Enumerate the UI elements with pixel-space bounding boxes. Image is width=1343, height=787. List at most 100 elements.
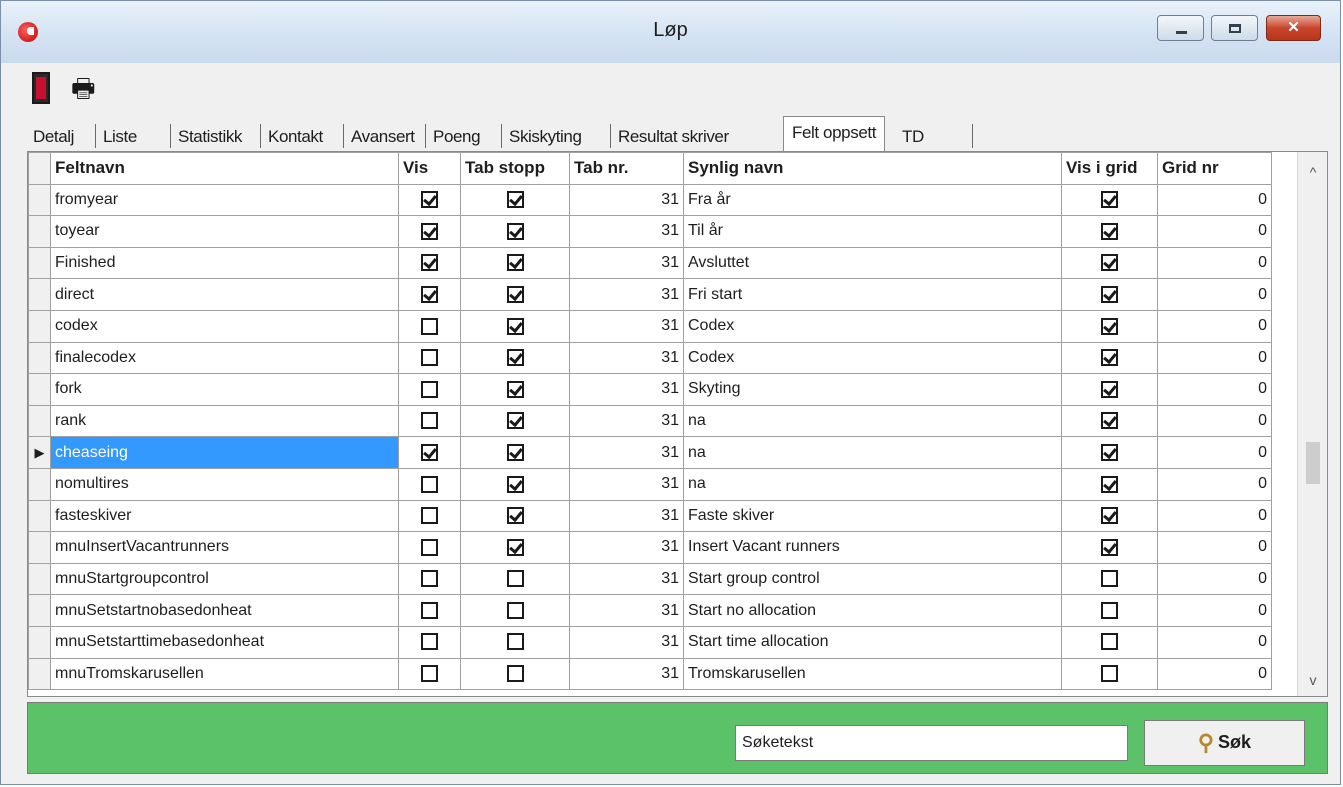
cell-vis[interactable] — [398, 625, 461, 659]
cell-synlig-navn[interactable]: Fra år — [683, 183, 1062, 217]
cell-grid-nr[interactable]: 0 — [1157, 373, 1272, 406]
cell-vis-i-grid-checkbox[interactable] — [1101, 475, 1118, 493]
cell-synlig-navn[interactable]: Start time allocation — [683, 625, 1062, 659]
cell-vis-i-grid[interactable] — [1061, 562, 1158, 596]
cell-synlig-navn[interactable]: Codex — [683, 341, 1062, 375]
cell-tab-stopp-checkbox[interactable] — [506, 317, 524, 335]
cell-tab-stopp[interactable] — [460, 309, 570, 343]
cell-grid-nr[interactable]: 0 — [1157, 309, 1272, 343]
tab-kontakt[interactable]: Kontakt — [268, 122, 323, 152]
cell-synlig-navn[interactable]: Codex — [683, 309, 1062, 343]
cell-vis-i-grid-checkbox[interactable] — [1101, 380, 1118, 398]
cell-tab-stopp-checkbox[interactable] — [506, 538, 524, 556]
cell-vis-checkbox[interactable] — [421, 601, 438, 619]
cell-tab-stopp[interactable] — [460, 183, 570, 217]
cell-vis-checkbox[interactable] — [421, 665, 438, 683]
cell-synlig-navn[interactable]: Start no allocation — [683, 594, 1062, 627]
cell-vis[interactable] — [398, 562, 461, 596]
cell-feltnavn[interactable]: fromyear — [50, 183, 399, 217]
cell-tab-stopp[interactable] — [460, 373, 570, 406]
cell-vis-checkbox[interactable] — [421, 285, 438, 303]
cell-vis[interactable] — [398, 499, 461, 533]
search-button[interactable]: ⚲ Søk — [1144, 720, 1305, 766]
printer-icon[interactable]: 🖶 — [71, 73, 97, 103]
cell-feltnavn[interactable]: mnuInsertVacantrunners — [50, 531, 399, 564]
cell-synlig-navn[interactable]: na — [683, 404, 1062, 438]
row-indicator[interactable] — [28, 467, 51, 501]
cell-tab-nr[interactable]: 31 — [569, 467, 684, 501]
cell-tab-nr[interactable]: 31 — [569, 562, 684, 596]
cell-tab-stopp-checkbox[interactable] — [506, 285, 524, 303]
cell-tab-stopp[interactable] — [460, 215, 570, 248]
cell-vis-i-grid-checkbox[interactable] — [1101, 191, 1118, 209]
cell-tab-nr[interactable]: 31 — [569, 215, 684, 248]
cell-vis[interactable] — [398, 594, 461, 627]
cell-vis-i-grid-checkbox[interactable] — [1101, 570, 1118, 588]
cell-tab-stopp[interactable] — [460, 594, 570, 627]
table-row[interactable]: mnuSetstartnobasedonheat 31 Start no alloc… — [28, 594, 1272, 627]
cell-grid-nr[interactable]: 0 — [1157, 625, 1272, 659]
field-grid[interactable]: Feltnavn Vis Tab stopp Tab nr. Synlig navn Vi… — [27, 151, 1328, 697]
row-indicator[interactable] — [28, 373, 51, 406]
cell-vis-checkbox[interactable] — [421, 349, 438, 367]
cell-vis[interactable] — [398, 657, 461, 691]
cell-tab-stopp-checkbox[interactable] — [506, 633, 524, 651]
cell-vis-checkbox[interactable] — [421, 254, 438, 272]
tab-poeng[interactable]: Poeng — [433, 122, 481, 152]
cell-tab-nr[interactable]: 31 — [569, 341, 684, 375]
cell-vis-checkbox[interactable] — [421, 538, 438, 556]
cell-tab-stopp[interactable] — [460, 531, 570, 564]
cell-vis-i-grid-checkbox[interactable] — [1101, 633, 1118, 651]
cell-tab-stopp[interactable] — [460, 436, 570, 469]
cell-tab-stopp-checkbox[interactable] — [506, 475, 524, 493]
cell-tab-nr[interactable]: 31 — [569, 404, 684, 438]
cell-vis-i-grid-checkbox[interactable] — [1101, 349, 1118, 367]
scroll-thumb[interactable] — [1306, 442, 1320, 484]
cell-tab-stopp-checkbox[interactable] — [506, 380, 524, 398]
cell-vis-i-grid-checkbox[interactable] — [1101, 538, 1118, 556]
cell-vis-checkbox[interactable] — [421, 475, 438, 493]
cell-vis-i-grid-checkbox[interactable] — [1101, 317, 1118, 335]
col-feltnavn[interactable]: Feltnavn — [50, 152, 399, 185]
cell-vis-i-grid[interactable] — [1061, 594, 1158, 627]
cell-synlig-navn[interactable]: na — [683, 467, 1062, 501]
cell-tab-nr[interactable]: 31 — [569, 531, 684, 564]
tab-td[interactable]: TD — [902, 122, 924, 152]
row-indicator[interactable] — [28, 404, 51, 438]
cell-tab-stopp-checkbox[interactable] — [506, 191, 524, 209]
cell-tab-nr[interactable]: 31 — [569, 657, 684, 691]
row-indicator[interactable] — [28, 278, 51, 311]
cell-vis[interactable] — [398, 215, 461, 248]
cell-feltnavn[interactable]: Finished — [50, 246, 399, 280]
cell-feltnavn[interactable]: toyear — [50, 215, 399, 248]
cell-vis[interactable] — [398, 246, 461, 280]
cell-tab-stopp-checkbox[interactable] — [506, 349, 524, 367]
row-indicator[interactable] — [28, 215, 51, 248]
cell-vis[interactable] — [398, 278, 461, 311]
cell-grid-nr[interactable]: 0 — [1157, 531, 1272, 564]
cell-vis[interactable] — [398, 436, 461, 469]
cell-vis-i-grid[interactable] — [1061, 499, 1158, 533]
cell-vis-i-grid[interactable] — [1061, 531, 1158, 564]
row-indicator[interactable] — [28, 246, 51, 280]
cell-vis[interactable] — [398, 373, 461, 406]
cell-tab-stopp-checkbox[interactable] — [506, 665, 524, 683]
cell-tab-stopp[interactable] — [460, 625, 570, 659]
cell-grid-nr[interactable]: 0 — [1157, 246, 1272, 280]
table-row[interactable]: Finished 31 Avsluttet 0 — [28, 246, 1272, 280]
table-row[interactable]: ▶ cheaseing 31 na 0 — [28, 436, 1272, 469]
cell-tab-stopp-checkbox[interactable] — [506, 254, 524, 272]
cell-feltnavn[interactable]: rank — [50, 404, 399, 438]
cell-vis-checkbox[interactable] — [421, 412, 438, 430]
tab-statistikk[interactable]: Statistikk — [178, 122, 242, 152]
row-indicator[interactable] — [28, 625, 51, 659]
cell-tab-stopp-checkbox[interactable] — [506, 507, 524, 525]
cell-tab-stopp[interactable] — [460, 467, 570, 501]
cell-vis-checkbox[interactable] — [421, 380, 438, 398]
tab-detalj[interactable]: Detalj — [33, 122, 74, 152]
tab-liste[interactable]: Liste — [103, 122, 137, 152]
cell-tab-stopp-checkbox[interactable] — [506, 412, 524, 430]
cell-vis-i-grid-checkbox[interactable] — [1101, 222, 1118, 240]
cell-vis[interactable] — [398, 467, 461, 501]
row-indicator[interactable] — [28, 594, 51, 627]
